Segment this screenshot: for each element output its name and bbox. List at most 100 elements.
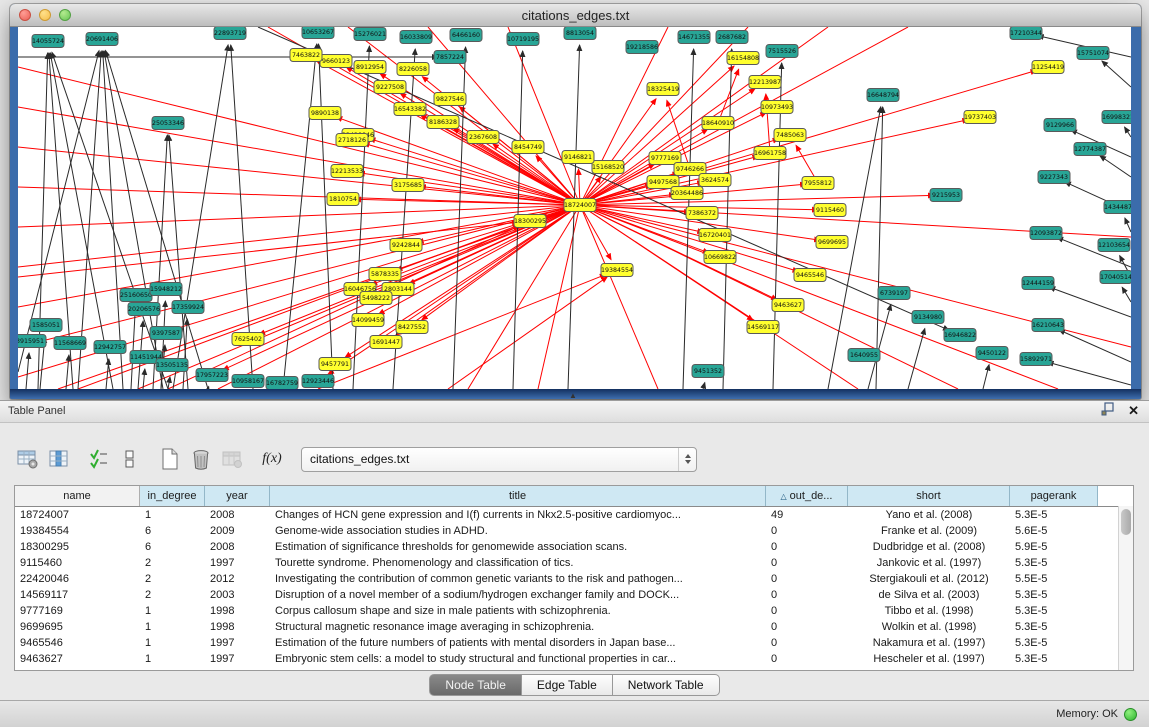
graph-node[interactable]: 8454749	[512, 141, 544, 154]
cell-name[interactable]: 14569117	[15, 589, 140, 601]
graph-node[interactable]: 9463627	[772, 299, 804, 312]
graph-node[interactable]: 11568669	[54, 337, 86, 350]
table-row[interactable]: 2242004622012Investigating the contribut…	[15, 571, 1133, 587]
vertical-scrollbar[interactable]	[1118, 506, 1133, 670]
cell-pagerank[interactable]: 5.3E-5	[1010, 637, 1098, 649]
cell-short[interactable]: de Silva et al. (2003)	[848, 589, 1010, 601]
graph-node[interactable]: 12444159	[1022, 277, 1054, 290]
graph-node[interactable]: 7955812	[802, 177, 834, 190]
cell-short[interactable]: Nakamura et al. (1997)	[848, 637, 1010, 649]
cell-title[interactable]: Embryonic stem cells: a model to study s…	[270, 653, 766, 665]
graph-node[interactable]: 12923446	[302, 375, 334, 388]
cell-title[interactable]: Tourette syndrome. Phenomenology and cla…	[270, 557, 766, 569]
cell-out_degree[interactable]: 0	[766, 653, 848, 665]
graph-node[interactable]: 9397587	[150, 327, 182, 340]
graph-node[interactable]: 7625402	[232, 333, 264, 346]
citation-network-graph[interactable]: 1405572420691406228937191065326715276021…	[18, 27, 1131, 389]
graph-node[interactable]: 9242844	[390, 239, 422, 252]
cell-short[interactable]: Franke et al. (2009)	[848, 525, 1010, 537]
graph-node[interactable]: 12942757	[94, 341, 126, 354]
graph-node[interactable]: 1640955	[848, 349, 880, 362]
cell-year[interactable]: 1997	[205, 637, 270, 649]
graph-node[interactable]: 16782759	[266, 377, 298, 390]
table-row[interactable]: 946554611997Estimation of the future num…	[15, 635, 1133, 651]
graph-node[interactable]: 18640910	[702, 117, 734, 130]
cell-short[interactable]: Stergiakouli et al. (2012)	[848, 573, 1010, 585]
graph-node[interactable]: 7515526	[766, 45, 798, 58]
cell-year[interactable]: 2009	[205, 525, 270, 537]
graph-node[interactable]: 3915951	[18, 335, 46, 348]
graph-node[interactable]: 9827546	[434, 93, 466, 106]
delete-button[interactable]	[187, 445, 215, 473]
graph-node[interactable]: 9129966	[1044, 119, 1076, 132]
graph-node[interactable]: 17359924	[172, 301, 204, 314]
cell-name[interactable]: 9463627	[15, 653, 140, 665]
tab-node-table[interactable]: Node Table	[429, 674, 522, 696]
cell-pagerank[interactable]: 5.9E-5	[1010, 541, 1098, 553]
graph-node[interactable]: 8186328	[427, 116, 459, 129]
network-table-selector[interactable]: citations_edges.txt	[301, 447, 697, 472]
graph-node[interactable]: 9215953	[930, 189, 962, 202]
graph-node[interactable]: 1810754	[327, 193, 359, 206]
tab-network-table[interactable]: Network Table	[613, 674, 720, 696]
rows-button[interactable]	[116, 445, 144, 473]
cell-in_degree[interactable]: 1	[140, 509, 205, 521]
cell-pagerank[interactable]: 5.3E-5	[1010, 509, 1098, 521]
graph-node[interactable]: 16998321	[1102, 111, 1131, 124]
table-options-button[interactable]	[14, 445, 42, 473]
cell-in_degree[interactable]: 6	[140, 541, 205, 553]
graph-node[interactable]: 9146821	[562, 151, 594, 164]
graph-node[interactable]: 16720401	[699, 229, 731, 242]
graph-node[interactable]: 14055724	[32, 35, 64, 48]
graph-node[interactable]: 3624574	[699, 174, 731, 187]
graph-node[interactable]: 8912954	[354, 61, 386, 74]
graph-node[interactable]: 9699695	[816, 236, 848, 249]
graph-node[interactable]: 7857224	[434, 51, 466, 64]
cell-pagerank[interactable]: 5.3E-5	[1010, 557, 1098, 569]
cell-title[interactable]: Investigating the contribution of common…	[270, 573, 766, 585]
cell-year[interactable]: 2012	[205, 573, 270, 585]
cell-name[interactable]: 9115460	[15, 557, 140, 569]
graph-node[interactable]: 9134980	[912, 311, 944, 324]
cell-out_degree[interactable]: 0	[766, 525, 848, 537]
cell-in_degree[interactable]: 1	[140, 621, 205, 633]
cell-short[interactable]: Hescheler et al. (1997)	[848, 653, 1010, 665]
graph-node[interactable]: 16033809	[400, 31, 432, 44]
cell-pagerank[interactable]: 5.5E-5	[1010, 573, 1098, 585]
cell-name[interactable]: 22420046	[15, 573, 140, 585]
graph-node[interactable]: 16543382	[394, 103, 426, 116]
cell-pagerank[interactable]: 5.3E-5	[1010, 653, 1098, 665]
graph-node[interactable]: 10653267	[302, 27, 334, 39]
cell-name[interactable]: 19384554	[15, 525, 140, 537]
cell-out_degree[interactable]: 0	[766, 621, 848, 633]
graph-node[interactable]: 18300295	[514, 215, 546, 228]
graph-node[interactable]: 12213533	[331, 165, 363, 178]
graph-node[interactable]: 11254419	[1032, 61, 1064, 74]
graph-node[interactable]: 5498222	[360, 292, 392, 305]
graph-node[interactable]: 17040514	[1100, 271, 1131, 284]
cell-short[interactable]: Jankovic et al. (1997)	[848, 557, 1010, 569]
graph-node[interactable]: 12093872	[1030, 227, 1062, 240]
cell-year[interactable]: 1997	[205, 557, 270, 569]
float-panel-icon[interactable]	[1101, 402, 1115, 421]
cell-out_degree[interactable]: 0	[766, 637, 848, 649]
graph-node[interactable]: 6739197	[878, 287, 910, 300]
graph-node[interactable]: 9450122	[976, 347, 1008, 360]
graph-node[interactable]: 5878335	[369, 268, 401, 281]
cell-year[interactable]: 1997	[205, 653, 270, 665]
column-header-short[interactable]: short	[848, 486, 1010, 506]
graph-node[interactable]: 7463822	[290, 49, 322, 62]
graph-node[interactable]: 20364486	[671, 187, 703, 200]
graph-node[interactable]: 10719195	[507, 33, 539, 46]
graph-node[interactable]: 8226058	[397, 63, 429, 76]
minimize-window-button[interactable]	[39, 9, 51, 21]
cell-year[interactable]: 1998	[205, 621, 270, 633]
cell-title[interactable]: Changes of HCN gene expression and I(f) …	[270, 509, 766, 521]
graph-node[interactable]: 19737403	[964, 111, 996, 124]
graph-node[interactable]: 15276021	[354, 28, 386, 41]
graph-node[interactable]: 17957223	[196, 369, 228, 382]
graph-node[interactable]: 9115460	[814, 204, 846, 217]
graph-node[interactable]: 7386372	[686, 207, 718, 220]
cell-out_degree[interactable]: 0	[766, 557, 848, 569]
graph-node[interactable]: 20206576	[128, 303, 160, 316]
